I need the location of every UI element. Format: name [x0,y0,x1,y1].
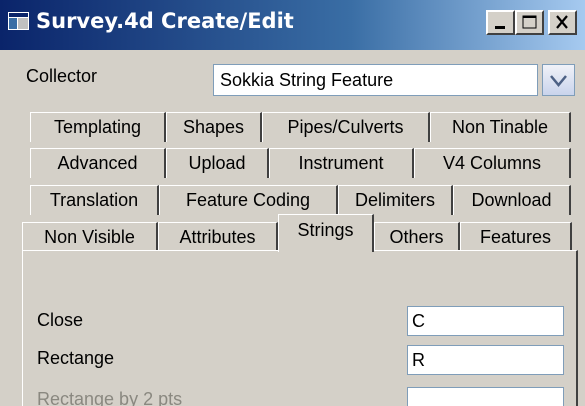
tab-translation[interactable]: Translation [30,185,159,215]
rectange-by-2-pts-label: Rectange by 2 pts [37,389,183,406]
chevron-down-icon [550,75,567,87]
window-title: Survey.4d Create/Edit [36,9,294,33]
tab-attributes[interactable]: Attributes [158,222,278,252]
close-label: Close [37,310,84,330]
tab-delimiters[interactable]: Delimiters [338,185,453,215]
minimize-icon [495,26,505,29]
close-button[interactable] [548,10,577,35]
tab-instrument[interactable]: Instrument [269,148,414,178]
collector-dropdown[interactable]: Sokkia String Feature [213,64,575,96]
tab-non-visible[interactable]: Non Visible [22,222,158,252]
survey-create-edit-window: Survey.4d Create/Edit Collector Sokkia S… [0,0,585,406]
tab-upload[interactable]: Upload [166,148,269,178]
tab-download[interactable]: Download [453,185,571,215]
tab-templating[interactable]: Templating [30,112,166,142]
app-icon [8,12,29,30]
tab-v4-columns[interactable]: V4 Columns [414,148,571,178]
tab-shapes[interactable]: Shapes [166,112,262,142]
rectange-input[interactable]: R [407,345,564,375]
dropdown-button[interactable] [542,64,575,96]
tab-strings[interactable]: Strings [278,214,374,252]
collector-label: Collector [26,66,98,86]
title-bar[interactable]: Survey.4d Create/Edit [0,0,585,50]
rectange-by-2-pts-input[interactable] [407,387,564,406]
close-icon [556,15,568,29]
minimize-button[interactable] [486,10,515,35]
tab-feature-coding[interactable]: Feature Coding [159,185,338,215]
rectange-label: Rectange [37,348,115,368]
tab-non-tinable[interactable]: Non Tinable [430,112,571,142]
maximize-icon [522,15,537,29]
strings-tab-panel: Close C Rectange R Rectange by 2 pts [22,250,578,406]
tab-pipes-culverts[interactable]: Pipes/Culverts [262,112,430,142]
tab-features[interactable]: Features [460,222,572,252]
collector-value[interactable]: Sokkia String Feature [213,64,538,96]
maximize-button[interactable] [515,10,544,35]
close-input[interactable]: C [407,306,564,336]
tab-advanced[interactable]: Advanced [30,148,166,178]
tab-others[interactable]: Others [374,222,460,252]
